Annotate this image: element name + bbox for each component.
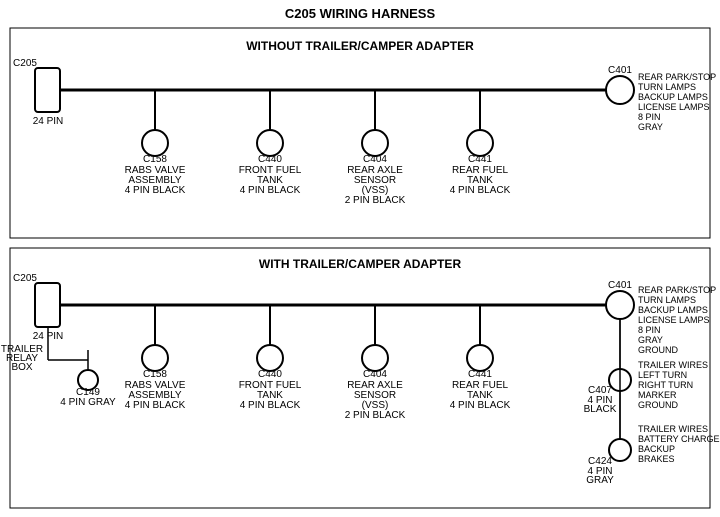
s1-24pin-label: 24 PIN (33, 116, 64, 127)
s1-c158 (142, 130, 168, 156)
s1-c441 (467, 130, 493, 156)
s2-right-label3: BACKUP LAMPS (638, 305, 708, 315)
s2-c407-l1: TRAILER WIRES (638, 360, 708, 370)
s1-c404 (362, 130, 388, 156)
s2-c424-l4: BRAKES (638, 454, 675, 464)
s2-c424-color: GRAY (586, 475, 614, 486)
s2-gray-label: GRAY (638, 335, 663, 345)
s1-right-connector (606, 76, 634, 104)
section2-label: WITH TRAILER/CAMPER ADAPTER (259, 257, 462, 271)
s2-c407-color: BLACK (584, 404, 617, 415)
s2-right-label1: REAR PARK/STOP (638, 285, 716, 295)
s2-c440-label: C440 (258, 369, 282, 380)
s2-c441-label: C441 (468, 369, 492, 380)
s1-c440-l3: 4 PIN BLACK (240, 185, 301, 196)
s1-c205-label: C205 (13, 58, 37, 69)
s2-trailer-relay-l3: BOX (11, 362, 32, 373)
section1-label: WITHOUT TRAILER/CAMPER ADAPTER (246, 39, 474, 53)
s2-c404-l4: 2 PIN BLACK (345, 410, 406, 421)
s2-c407-l3: RIGHT TURN (638, 380, 693, 390)
diagram-title: C205 WIRING HARNESS (285, 6, 436, 21)
s1-right-label3: BACKUP LAMPS (638, 92, 708, 102)
s1-8pin-label: 8 PIN (638, 112, 661, 122)
s2-right-label4: LICENSE LAMPS (638, 315, 710, 325)
s2-right-label2: TURN LAMPS (638, 295, 696, 305)
s2-left-connector (35, 283, 60, 327)
s1-right-label2: TURN LAMPS (638, 82, 696, 92)
s2-c424-l1: TRAILER WIRES (638, 424, 708, 434)
s2-c424-l2: BATTERY CHARGE (638, 434, 720, 444)
s2-c440 (257, 345, 283, 371)
s1-right-label1: REAR PARK/STOP (638, 72, 716, 82)
s2-c149-pins: 4 PIN GRAY (60, 397, 116, 408)
s2-c424 (609, 439, 631, 461)
s1-left-connector (35, 68, 60, 112)
s1-c401-label: C401 (608, 65, 632, 76)
s2-c440-l3: 4 PIN BLACK (240, 400, 301, 411)
s2-c158-l3: 4 PIN BLACK (125, 400, 186, 411)
s2-ground-label1: GROUND (638, 345, 678, 355)
s1-right-label4: LICENSE LAMPS (638, 102, 710, 112)
s1-c440 (257, 130, 283, 156)
s1-c158-label: C158 (143, 154, 167, 165)
s1-c440-label: C440 (258, 154, 282, 165)
s2-c407-l2: LEFT TURN (638, 370, 687, 380)
s2-c407-l4: MARKER (638, 390, 677, 400)
s2-c407-l5: GROUND (638, 400, 678, 410)
s2-c424-l3: BACKUP (638, 444, 675, 454)
s2-8pin-label: 8 PIN (638, 325, 661, 335)
s2-right-connector (606, 291, 634, 319)
s2-c404 (362, 345, 388, 371)
s1-gray-label: GRAY (638, 122, 663, 132)
s1-c404-l4: 2 PIN BLACK (345, 195, 406, 206)
s1-c441-l3: 4 PIN BLACK (450, 185, 511, 196)
s1-c404-label: C404 (363, 154, 387, 165)
s2-c158 (142, 345, 168, 371)
s2-c158-label: C158 (143, 369, 167, 380)
s2-c404-label: C404 (363, 369, 387, 380)
s2-c441 (467, 345, 493, 371)
s1-c441-label: C441 (468, 154, 492, 165)
s2-c401-label: C401 (608, 280, 632, 291)
s2-c441-l3: 4 PIN BLACK (450, 400, 511, 411)
s1-c158-l3: 4 PIN BLACK (125, 185, 186, 196)
s2-c205-label: C205 (13, 273, 37, 284)
diagram-container: C205 WIRING HARNESS WITHOUT TRAILER/CAMP… (0, 0, 720, 517)
